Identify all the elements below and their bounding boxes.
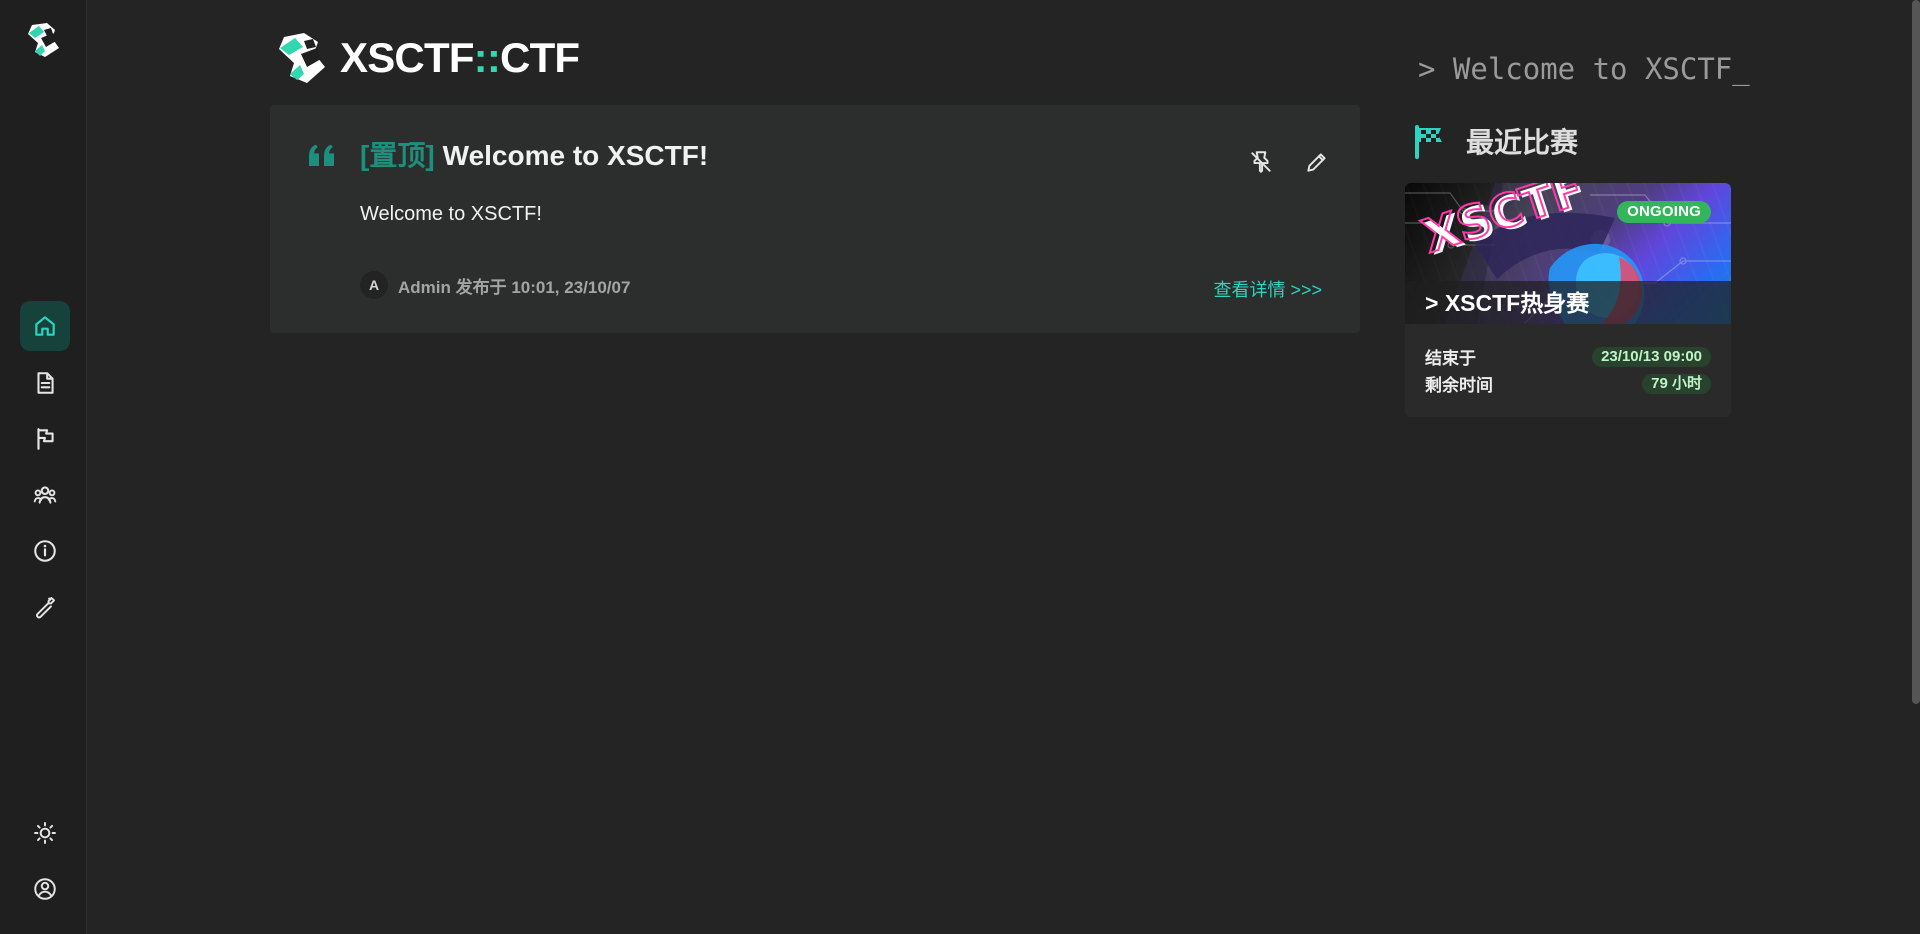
game-title: > XSCTF热身赛 <box>1425 290 1590 316</box>
post-actions <box>1240 141 1338 183</box>
terminal-welcome: > Welcome to XSCTF_ <box>1418 52 1750 86</box>
game-cover: XSCTF XSCTF ONGOING > XSCTF热身赛 <box>1405 183 1731 324</box>
game-remaining-row: 剩余时间 79 小时 <box>1425 371 1711 396</box>
sidebar-item-posts[interactable] <box>20 358 70 408</box>
pinned-tag: [置顶] <box>360 140 435 171</box>
sidebar <box>0 0 87 934</box>
edit-button[interactable] <box>1296 141 1338 183</box>
users-icon <box>33 486 57 504</box>
sidebar-item-games[interactable] <box>20 414 70 464</box>
game-ends-label: 结束于 <box>1425 349 1476 368</box>
post-meta-text: Admin 发布于 10:01, 23/10/07 <box>398 277 631 297</box>
sidebar-item-home[interactable] <box>20 301 70 351</box>
brand-header: XSCTF :: CTF <box>276 28 580 88</box>
post-content: Welcome to XSCTF! <box>360 203 542 225</box>
user-menu[interactable] <box>20 864 70 914</box>
game-status-badge: ONGOING <box>1617 201 1711 223</box>
recent-game-card[interactable]: XSCTF XSCTF ONGOING > XSCTF热身赛 结束于 23/10… <box>1405 183 1731 417</box>
pencil-icon <box>1307 153 1326 172</box>
brand-suffix: CTF <box>500 34 580 81</box>
post-meta: A Admin 发布于 10:01, 23/10/07 <box>360 271 630 299</box>
brand-title: XSCTF :: CTF <box>340 34 580 81</box>
info-icon <box>34 540 56 562</box>
game-remaining-label: 剩余时间 <box>1425 376 1493 395</box>
post-title-text: Welcome to XSCTF! <box>442 140 709 171</box>
game-remaining-value: 79 小时 <box>1642 373 1711 394</box>
recent-games-header: 最近比赛 <box>1412 121 1578 161</box>
theme-toggle[interactable] <box>20 808 70 858</box>
sidebar-item-teams[interactable] <box>20 470 70 520</box>
flag-icon <box>37 428 54 450</box>
xsctf-brand-icon <box>279 33 325 83</box>
recent-games-title: 最近比赛 <box>1466 127 1579 158</box>
game-ends-value: 23/10/13 09:00 <box>1592 346 1711 367</box>
checkered-flag-icon <box>1415 125 1442 159</box>
brand-separator: :: <box>473 34 501 81</box>
brand-prefix: XSCTF <box>340 34 474 81</box>
author-avatar: A <box>360 271 388 299</box>
view-details-link[interactable]: 查看详情 >>> <box>1213 276 1322 302</box>
quote-icon <box>309 144 334 166</box>
game-ends-row: 结束于 23/10/13 09:00 <box>1425 344 1711 369</box>
game-info: 结束于 23/10/13 09:00 剩余时间 79 小时 <box>1405 324 1731 417</box>
pin-off-icon <box>1251 151 1271 173</box>
sidebar-item-tools[interactable] <box>20 582 70 632</box>
sun-icon <box>34 822 56 844</box>
unpin-button[interactable] <box>1240 141 1282 183</box>
user-circle-icon <box>34 878 56 900</box>
post-title: [置顶] Welcome to XSCTF! <box>360 139 708 173</box>
document-icon <box>37 372 54 394</box>
xsctf-logo-icon[interactable] <box>24 20 62 60</box>
home-icon <box>35 316 55 336</box>
vertical-scrollbar[interactable] <box>1912 0 1920 704</box>
announcement-card: [置顶] Welcome to XSCTF! Welcome to XSCTF!… <box>270 105 1360 333</box>
app-root: XSCTF :: CTF [置顶] Welcome to XSCTF! Welc… <box>0 0 1920 934</box>
sidebar-item-about[interactable] <box>20 526 70 576</box>
wrench-icon <box>36 597 55 619</box>
